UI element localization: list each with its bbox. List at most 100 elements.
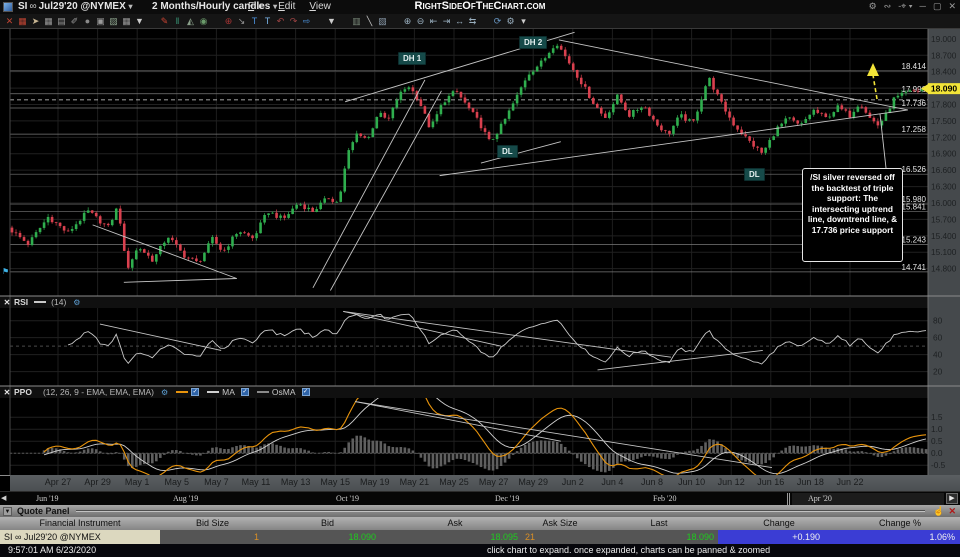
- scroll-right-icon[interactable]: ▶: [946, 493, 958, 504]
- dl-label-2[interactable]: DL: [497, 145, 518, 158]
- quote-ask-size: 21: [525, 532, 536, 542]
- expand-h-icon[interactable]: ↔: [453, 15, 466, 28]
- quote-col-last[interactable]: Last: [600, 517, 718, 530]
- timeline-month: Jun '19: [36, 494, 59, 503]
- legend-checkbox[interactable]: ✓: [240, 388, 249, 396]
- date-tick: May 1: [124, 477, 150, 487]
- quote-col-bid-size[interactable]: Bid Size: [160, 517, 265, 530]
- status-bar: 9:57:01 AM 6/23/2020 click chart to expa…: [0, 544, 960, 557]
- hatch-tool-icon[interactable]: ▧: [376, 15, 389, 28]
- area-chart-icon[interactable]: ◭: [184, 15, 197, 28]
- timeline-scrollbar[interactable]: ◀ ▶ Jun '19 Aug '19 Oct '19 Dec '19 Feb '20 A…: [0, 491, 960, 505]
- timeline-month: Apr '20: [808, 494, 832, 503]
- compress-h-icon[interactable]: ⇆: [466, 15, 479, 28]
- quote-col-change[interactable]: Change: [718, 517, 840, 530]
- text-note-icon[interactable]: T: [248, 15, 261, 28]
- arrow-tool-icon[interactable]: ⇨: [300, 15, 313, 28]
- svg-text:15.243: 15.243: [902, 235, 927, 244]
- quote-col-ask[interactable]: Ask: [390, 517, 520, 530]
- svg-text:16.526: 16.526: [902, 165, 927, 174]
- zoom-in-icon[interactable]: ⊕: [401, 15, 414, 28]
- draw-trendline-icon[interactable]: ✎: [158, 15, 171, 28]
- minimize-icon[interactable]: ─: [920, 1, 926, 12]
- toolbar-dropdown-icon[interactable]: ▾: [517, 15, 530, 28]
- redo-icon[interactable]: ↷: [287, 15, 300, 28]
- delete-drawing-icon[interactable]: ✕: [3, 15, 16, 28]
- pin-icon[interactable]: -⌖ ▾: [898, 1, 912, 12]
- legend-label: OsMA: [271, 387, 296, 397]
- draw-pencil-circle-icon[interactable]: ✐: [68, 15, 81, 28]
- svg-text:80: 80: [933, 316, 943, 326]
- rsi-close-icon[interactable]: ✕: [0, 298, 14, 307]
- menu-edit[interactable]: Edit: [278, 1, 295, 12]
- quote-col-ask-size[interactable]: Ask Size: [520, 517, 600, 530]
- annotation-pointer-icon[interactable]: ↘: [235, 15, 248, 28]
- indicator-icon[interactable]: ◉: [197, 15, 210, 28]
- menu-bar: File Edit View: [248, 1, 331, 12]
- ellipse-tool-icon[interactable]: ●: [81, 15, 94, 28]
- dropdown-icon-2[interactable]: ▼: [325, 15, 338, 28]
- menu-file[interactable]: File: [248, 1, 264, 12]
- dh-2-label-1[interactable]: DH 2: [519, 36, 548, 49]
- grid-layout-icon[interactable]: ▦: [42, 15, 55, 28]
- svg-text:15.841: 15.841: [902, 203, 927, 212]
- dh-1-label-0[interactable]: DH 1: [398, 52, 427, 65]
- chart-style-icon[interactable]: ‖: [171, 15, 184, 28]
- ppo-title: PPO: [14, 387, 32, 397]
- snap-grid-icon[interactable]: ▦: [16, 15, 29, 28]
- ppo-close-icon[interactable]: ✕: [0, 388, 14, 397]
- link-icon[interactable]: ∾: [884, 1, 892, 12]
- svg-text:40: 40: [933, 350, 943, 360]
- date-tick: May 11: [241, 477, 271, 487]
- stamp-icon[interactable]: ▤: [55, 15, 68, 28]
- site-logo: RightSideOfTheChart.com: [414, 0, 546, 12]
- svg-text:16.900: 16.900: [931, 149, 957, 159]
- shift-left-icon[interactable]: ⇤: [427, 15, 440, 28]
- quote-panel-title: Quote Panel: [17, 506, 70, 516]
- shift-right-icon[interactable]: ⇥: [440, 15, 453, 28]
- panels-icon[interactable]: ▦: [120, 15, 133, 28]
- date-tick: May 25: [439, 477, 469, 487]
- chart-region[interactable]: 19.00018.70018.40018.10017.80017.50017.2…: [0, 28, 960, 476]
- quote-panel-collapse-icon[interactable]: ▼: [3, 506, 12, 516]
- undo-icon[interactable]: ↶: [274, 15, 287, 28]
- svg-text:15.400: 15.400: [931, 231, 957, 241]
- quote-col-financial-instrument[interactable]: Financial Instrument: [0, 517, 160, 530]
- panel-toggle-icon[interactable]: ▥: [350, 15, 363, 28]
- line-tool-icon[interactable]: ╲: [363, 15, 376, 28]
- dropdown-icon[interactable]: ▼: [133, 15, 146, 28]
- quote-col-bid[interactable]: Bid: [265, 517, 390, 530]
- ppo-settings-icon[interactable]: ⚙: [161, 388, 168, 397]
- annotation-callout[interactable]: /SI silver reversed off the backtest of …: [802, 168, 903, 262]
- maximize-icon[interactable]: ▢: [933, 1, 942, 12]
- image-icon[interactable]: ▨: [107, 15, 120, 28]
- refresh-icon[interactable]: ⟳: [491, 15, 504, 28]
- quote-panel-close-icon[interactable]: ✕: [948, 506, 956, 517]
- scroll-left-icon[interactable]: ◀: [1, 494, 6, 502]
- date-tick: Jun 4: [601, 477, 624, 487]
- close-icon[interactable]: ✕: [948, 1, 956, 12]
- snapshot-icon[interactable]: ▣: [94, 15, 107, 28]
- crosshair-icon[interactable]: ⊕: [222, 15, 235, 28]
- zoom-out-icon[interactable]: ⊖: [414, 15, 427, 28]
- menu-view[interactable]: View: [309, 1, 331, 12]
- date-tick: May 19: [360, 477, 390, 487]
- date-tick: May 15: [320, 477, 350, 487]
- svg-text:17.800: 17.800: [931, 100, 957, 110]
- cursor-icon[interactable]: ➤: [29, 15, 42, 28]
- wrench-icon[interactable]: ⚙: [504, 15, 517, 28]
- alert-icon[interactable]: ☝: [933, 506, 944, 517]
- candles: [10, 43, 928, 271]
- scrollbar-divider: [787, 493, 790, 505]
- date-tick: May 27: [478, 477, 509, 487]
- rsi-settings-icon[interactable]: ⚙: [73, 298, 80, 307]
- legend-checkbox[interactable]: ✓: [191, 388, 200, 396]
- quote-row[interactable]: SI ∞ Jul29'20 @NYMEX 1 18.090 18.095 21 18.09…: [0, 530, 960, 544]
- legend-checkbox[interactable]: ✓: [301, 388, 310, 396]
- quote-col-change-%[interactable]: Change %: [840, 517, 960, 530]
- dl-label-3[interactable]: DL: [744, 168, 765, 181]
- text-label-icon[interactable]: T: [261, 15, 274, 28]
- date-tick: May 21: [399, 477, 430, 487]
- settings-gear-icon[interactable]: ⚙: [869, 1, 877, 12]
- symbol-selector[interactable]: SI ∞ Jul29'20 @NYMEX ▾: [18, 1, 133, 12]
